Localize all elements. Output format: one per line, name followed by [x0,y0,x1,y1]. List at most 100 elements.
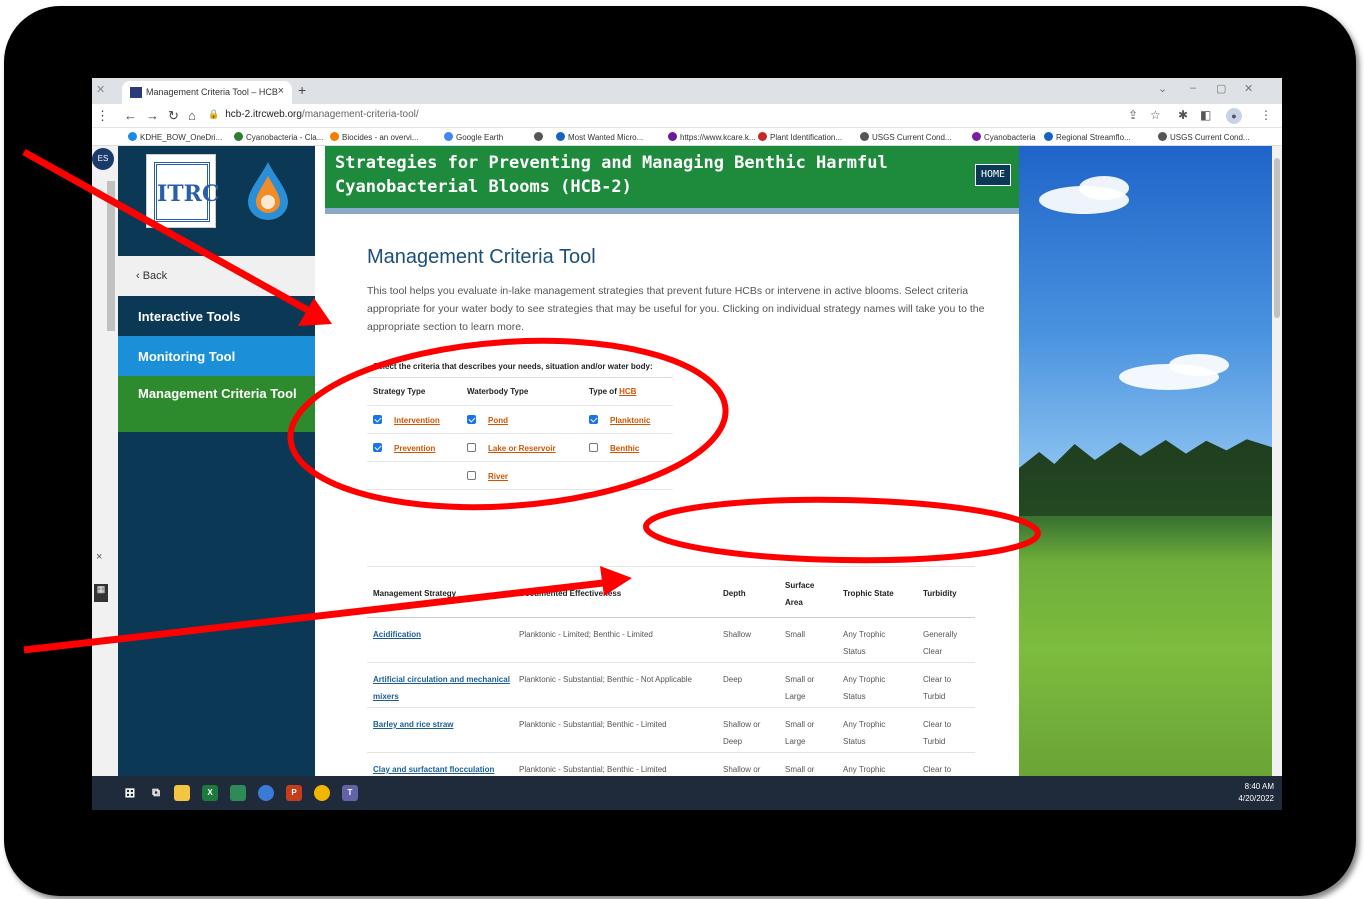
bookmark-item[interactable] [534,132,546,142]
close-icon[interactable]: × [96,551,102,563]
es-badge[interactable]: ES [92,148,114,170]
itrc-logo[interactable]: ITRC [146,154,219,228]
criteria-title: Select the criteria that describes your … [367,358,673,378]
criteria-option-label[interactable]: Prevention [394,444,435,453]
maps-icon[interactable] [230,785,246,801]
criteria-option-label[interactable]: Pond [488,416,508,425]
criteria-option[interactable]: Lake or Reservoir [467,443,556,453]
strategy-link[interactable]: Acidification [373,626,513,643]
strategy-link[interactable]: Clay and surfactant flocculation [373,761,513,776]
new-tab-button[interactable]: + [298,82,306,98]
sidebar-item-management-criteria-tool[interactable]: Management Criteria Tool [118,376,315,432]
bookmark-item[interactable]: https://www.kcare.k... [668,132,756,142]
bookmark-item[interactable]: Plant Identification... [758,132,842,142]
checkbox[interactable] [467,443,476,452]
chrome-icon[interactable] [314,785,330,801]
scrollbar-thumb[interactable] [1274,158,1280,318]
criteria-option[interactable]: Planktonic [589,415,650,425]
bookmark-label: Most Wanted Micro... [568,133,644,142]
column-header: Surface Area [785,581,815,607]
checkbox[interactable] [373,415,382,424]
bookmark-item[interactable]: Biocides - an overvi... [330,132,418,142]
share-icon[interactable]: ⇪ [1128,108,1138,122]
excel-icon[interactable]: X [202,785,218,801]
calendar-icon[interactable]: ▦ [94,584,108,602]
bookmark-item[interactable]: USGS Current Cond... [1158,132,1250,142]
windows-start-icon[interactable]: ⊞ [122,785,138,801]
criteria-option-label[interactable]: River [488,472,508,481]
extensions-icon[interactable]: ✱ [1178,108,1188,122]
criteria-option[interactable]: Intervention [373,415,440,425]
hcb-link[interactable]: HCB [619,387,636,396]
window-close-icon[interactable]: ✕ [1244,82,1253,95]
side-panel-icon[interactable]: ◧ [1200,108,1211,122]
intro-text: This tool helps you evaluate in-lake man… [367,285,985,333]
checkbox[interactable] [373,443,382,452]
table-cell: Small or Large [785,765,815,774]
close-icon[interactable]: ✕ [96,83,105,96]
bookmark-favicon-icon [330,132,339,141]
criteria-option[interactable]: Prevention [373,443,435,453]
criteria-option-label[interactable]: Intervention [394,416,440,425]
criteria-option[interactable]: Benthic [589,443,639,453]
browser-menu-icon[interactable]: ⋮ [1260,108,1272,122]
address-bar: ⋮ ← → ↻ ⌂ 🔒 hcb-2.itrcweb.org/management-… [92,104,1282,128]
task-view-icon[interactable]: ⧉ [148,785,164,801]
tab-close-icon[interactable]: × [278,85,284,97]
criteria-row: River [367,462,673,490]
lock-icon: 🔒 [208,109,220,119]
criteria-option-label[interactable]: Lake or Reservoir [488,444,556,453]
bookmark-item[interactable]: Cyanobacteria - Cla... [234,132,323,142]
profile-avatar[interactable]: ● [1226,108,1242,124]
back-arrow-icon[interactable]: ← [124,108,137,123]
bookmark-item[interactable]: Google Earth [444,132,503,142]
criteria-option[interactable]: River [467,471,508,481]
bookmark-item[interactable]: KDHE_BOW_OneDri... [128,132,222,142]
bookmark-favicon-icon [234,132,243,141]
criteria-option-label[interactable]: Benthic [610,444,639,453]
forward-arrow-icon[interactable]: → [146,108,159,123]
sidebar-item-monitoring-tool[interactable]: Monitoring Tool [118,336,315,376]
banner-title[interactable]: Strategies for Preventing and Managing B… [335,151,955,199]
more-icon[interactable]: ⋮ [96,108,109,124]
sidebar-item-label: Monitoring Tool [138,348,236,364]
criteria-option-label[interactable]: Planktonic [610,416,650,425]
bookmark-label: USGS Current Cond... [1170,133,1250,142]
bookmark-favicon-icon [556,132,565,141]
scrollbar-thumb[interactable] [107,181,115,331]
restore-icon[interactable]: ▢ [1216,82,1226,95]
teams-icon[interactable]: T [342,785,358,801]
bookmark-favicon-icon [1158,132,1167,141]
checkbox[interactable] [467,415,476,424]
back-button[interactable]: ‹ Back [118,256,315,296]
bookmark-item[interactable]: Regional Streamflo... [1044,132,1131,142]
url-field[interactable]: 🔒 hcb-2.itrcweb.org/management-criteria-t… [208,109,419,120]
column-header: Trophic State [843,589,894,598]
bookmark-item[interactable]: Most Wanted Micro... [556,132,643,142]
bookmark-label: Google Earth [456,133,504,142]
strategy-link[interactable]: Barley and rice straw [373,716,513,733]
reload-icon[interactable]: ↻ [168,108,179,124]
site-favicon-icon [130,87,142,98]
page-scrollbar[interactable] [1272,146,1282,776]
home-button[interactable]: HOME [975,164,1011,186]
checkbox[interactable] [467,471,476,480]
system-clock[interactable]: 8:40 AM 4/20/2022 [1238,781,1274,805]
earth-icon[interactable] [258,785,274,801]
file-explorer-icon[interactable] [174,785,190,801]
sidebar-item-interactive-tools[interactable]: Interactive Tools [118,296,315,336]
criteria-option[interactable]: Pond [467,415,508,425]
minimize-icon[interactable]: – [1190,82,1196,94]
table-cell: Deep [723,675,743,684]
column-header: Documented Effectiveness [519,589,622,598]
browser-tab[interactable]: Management Criteria Tool – HCB × [122,81,292,104]
checkbox[interactable] [589,415,598,424]
powerpoint-icon[interactable]: P [286,785,302,801]
checkbox[interactable] [589,443,598,452]
bookmark-star-icon[interactable]: ☆ [1150,108,1161,122]
bookmark-item[interactable]: Cyanobacteria [972,132,1036,142]
strategy-link[interactable]: Artificial circulation and mechanical mi… [373,671,513,705]
tab-search-icon[interactable]: ⌄ [1158,82,1167,95]
home-icon[interactable]: ⌂ [188,108,196,123]
bookmark-item[interactable]: USGS Current Cond... [860,132,952,142]
